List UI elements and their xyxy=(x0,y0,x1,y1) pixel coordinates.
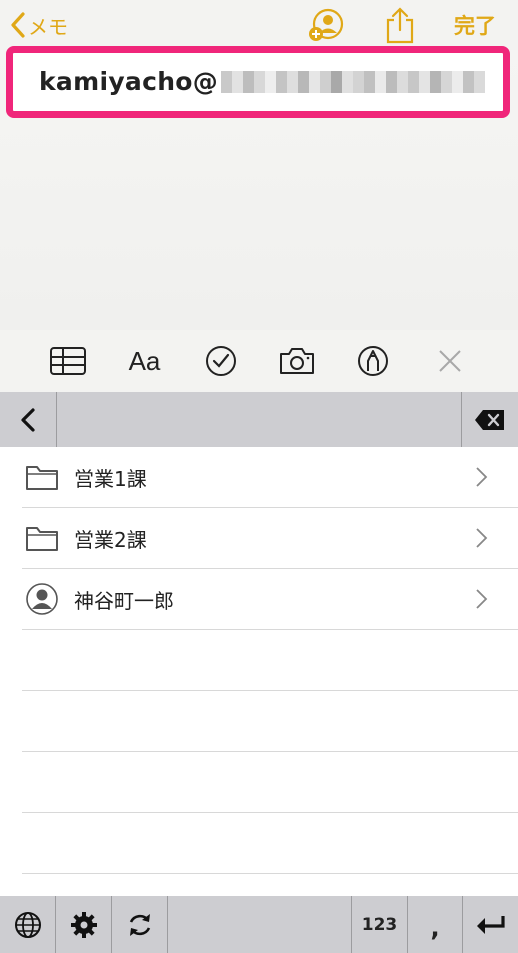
empty-row xyxy=(22,691,518,752)
list-item-label: 神谷町一郎 xyxy=(74,588,174,613)
text-format-icon[interactable]: Aa xyxy=(122,339,166,383)
pixelated-redaction xyxy=(221,70,486,93)
list-item-label: 営業2課 xyxy=(74,527,147,552)
keyboard-candidate-bar xyxy=(0,392,518,447)
note-text-line[interactable]: kamiyacho@ xyxy=(39,67,486,96)
chevron-right-icon xyxy=(476,467,488,487)
comma-key[interactable]: , xyxy=(407,896,462,953)
list-item[interactable]: 営業1課 xyxy=(22,447,518,508)
empty-row xyxy=(22,813,518,874)
list-item-label: 営業1課 xyxy=(74,466,147,491)
chevron-right-icon xyxy=(476,589,488,609)
back-label: メモ xyxy=(28,14,68,39)
note-highlight-box: kamiyacho@ xyxy=(6,46,510,118)
back-arrow-icon[interactable] xyxy=(0,392,57,447)
note-email-text: kamiyacho@ xyxy=(39,67,219,96)
empty-row xyxy=(22,630,518,691)
list-item[interactable]: 営業2課 xyxy=(22,508,518,569)
markup-pen-icon[interactable] xyxy=(351,339,395,383)
nav-bar: メモ 完了 xyxy=(0,0,518,50)
folder-icon xyxy=(22,457,62,497)
chevron-right-icon xyxy=(476,528,488,548)
person-icon xyxy=(22,579,62,619)
settings-icon[interactable] xyxy=(56,896,112,953)
refresh-icon[interactable] xyxy=(112,896,168,953)
add-person-icon[interactable] xyxy=(306,6,346,46)
empty-row xyxy=(22,752,518,813)
done-button[interactable]: 完了 xyxy=(454,10,496,40)
list-item[interactable]: 神谷町一郎 xyxy=(22,569,518,630)
format-toolbar: Aa xyxy=(0,330,518,392)
globe-icon[interactable] xyxy=(0,896,56,953)
keyboard-bottom-bar: 123 , xyxy=(0,896,518,953)
share-icon[interactable] xyxy=(380,6,420,46)
back-button[interactable]: メモ xyxy=(10,8,68,42)
chevron-left-icon xyxy=(11,12,25,38)
checklist-icon[interactable] xyxy=(199,339,243,383)
numbers-key[interactable]: 123 xyxy=(351,896,407,953)
close-icon[interactable] xyxy=(428,339,472,383)
contact-list: 営業1課 営業2課 神谷町一郎 xyxy=(0,447,518,896)
table-icon[interactable] xyxy=(46,339,90,383)
return-icon[interactable] xyxy=(462,896,518,953)
camera-icon[interactable] xyxy=(275,339,319,383)
delete-icon[interactable] xyxy=(461,392,518,447)
folder-icon xyxy=(22,518,62,558)
